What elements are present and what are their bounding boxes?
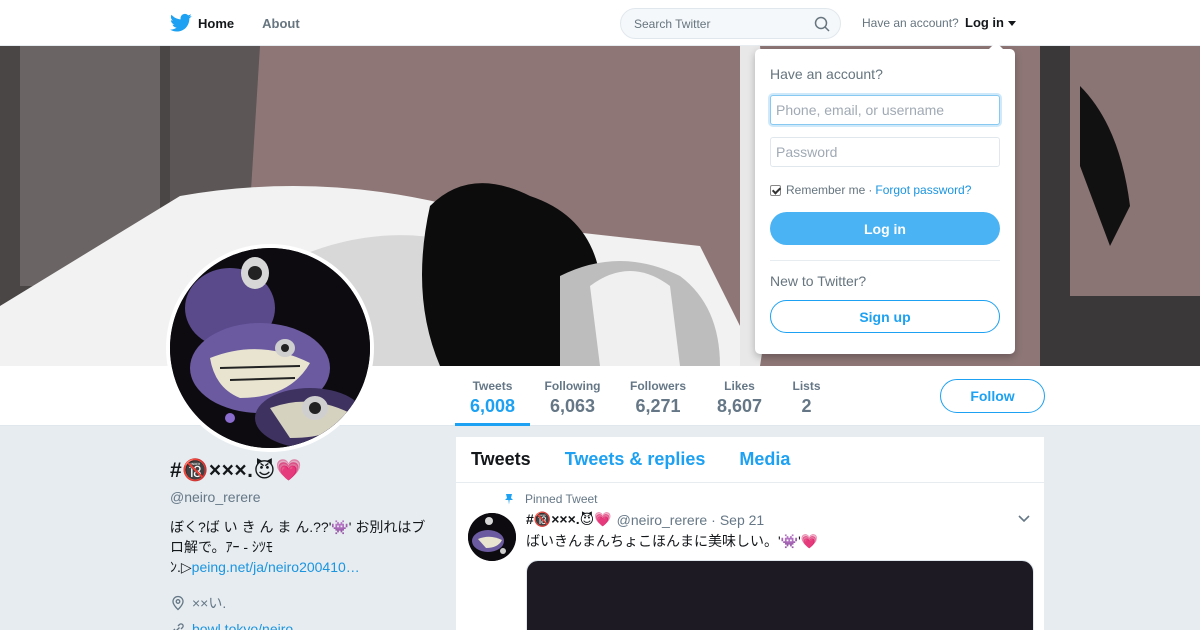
stat-lists-label: Lists — [792, 379, 821, 393]
nav-about-label: About — [262, 15, 300, 31]
login-dropdown-toggle[interactable]: Log in — [965, 15, 1004, 30]
stat-tweets-label: Tweets — [472, 379, 513, 393]
tweet-text: ばいきんまんちょこほんまに美味しい。'👾'💗 — [526, 533, 819, 549]
pin-icon — [505, 494, 513, 505]
link-icon — [173, 623, 184, 630]
password-field[interactable] — [770, 137, 1000, 167]
follow-button[interactable]: Follow — [940, 379, 1045, 413]
profile-location-text: ××い. — [192, 595, 227, 611]
caret-down-icon[interactable] — [1008, 21, 1016, 26]
location-icon — [172, 595, 184, 611]
remember-separator: · — [868, 183, 873, 197]
stat-followers-label: Followers — [629, 379, 686, 393]
search-icon[interactable] — [814, 16, 830, 32]
pinned-indicator: Pinned Tweet — [503, 492, 598, 506]
login-dropdown: Have an account? Remember me · Forgot pa… — [755, 42, 1015, 354]
tweet-author-handle[interactable]: @neiro_rerere — [617, 512, 707, 528]
dropdown-divider — [770, 260, 1000, 261]
search-input[interactable]: Search Twitter — [620, 8, 841, 39]
stat-following-value: 6,063 — [549, 396, 596, 416]
nav-home[interactable]: Home — [170, 0, 234, 46]
forgot-password-link[interactable]: Forgot password? — [875, 183, 971, 197]
stat-likes[interactable]: Likes 8,607 — [711, 366, 768, 426]
nav-left: Home About — [170, 0, 328, 46]
tab-tweets-replies[interactable]: Tweets & replies — [565, 449, 706, 470]
profile-info: #🔞×××.😈💗 @neiro_rerere ぼく?ば い き ん ま ん.??… — [170, 458, 440, 630]
remember-me-label[interactable]: Remember me — [786, 183, 865, 197]
profile-bio-link[interactable]: peing.net/ja/neiro200410… — [192, 559, 360, 575]
profile-website[interactable]: bowl.tokyo/neiro… — [170, 621, 440, 630]
stat-followers-value: 6,271 — [635, 396, 681, 416]
dropdown-caret — [989, 42, 1003, 49]
stat-following[interactable]: Following 6,063 — [540, 366, 605, 426]
profile-avatar[interactable] — [166, 244, 374, 452]
profile-bio: ぼく?ば い き ん ま ん.??'👾' お別れはブロ解で。ｱｰ - ｼﾂﾓ ﾝ… — [170, 517, 432, 577]
top-navigation-bar: Home About Search Twitter Have an accoun… — [0, 0, 1200, 46]
nav-home-label: Home — [198, 15, 235, 31]
stat-likes-label: Likes — [724, 379, 755, 393]
profile-website-text[interactable]: bowl.tokyo/neiro… — [192, 621, 307, 630]
profile-location: ××い. — [170, 593, 440, 613]
remember-me-checkbox[interactable] — [770, 184, 781, 196]
timeline: Tweets Tweets & replies Media Pinned Twe… — [456, 437, 1044, 630]
tweet-header: #🔞×××.😈💗 @neiro_rerere · Sep 21 — [526, 511, 764, 528]
tab-tweets[interactable]: Tweets — [471, 449, 531, 470]
signup-button[interactable]: Sign up — [770, 300, 1000, 333]
tweet-media-image[interactable] — [526, 560, 1034, 630]
stat-followers[interactable]: Followers 6,271 — [625, 366, 691, 426]
avatar-image — [170, 248, 370, 448]
tweet-avatar[interactable] — [468, 513, 516, 561]
tweet-date[interactable]: Sep 21 — [720, 512, 764, 528]
dropdown-title: Have an account? — [770, 66, 883, 82]
tweet-item[interactable]: Pinned Tweet #🔞×××.😈💗 @neiro_rerere · Se… — [456, 483, 1044, 630]
username-field[interactable] — [770, 95, 1000, 125]
pinned-label: Pinned Tweet — [525, 492, 598, 506]
have-account-text: Have an account? — [862, 16, 959, 30]
new-to-twitter-text: New to Twitter? — [770, 273, 867, 289]
stat-following-label: Following — [544, 379, 601, 393]
stat-tweets-value: 6,008 — [469, 396, 516, 416]
stat-lists-value: 2 — [801, 396, 812, 416]
tab-media[interactable]: Media — [739, 449, 790, 470]
login-button[interactable]: Log in — [770, 212, 1000, 245]
stat-likes-value: 8,607 — [716, 396, 763, 416]
search-placeholder: Search Twitter — [634, 17, 711, 31]
remember-me-row: Remember me · Forgot password? — [770, 183, 971, 197]
stat-tweets[interactable]: Tweets 6,008 — [455, 366, 530, 426]
nav-about[interactable]: About — [262, 0, 300, 46]
tweet-author-name[interactable]: #🔞×××.😈💗 — [526, 511, 612, 528]
timeline-tabs: Tweets Tweets & replies Media — [456, 437, 1044, 483]
chevron-down-icon[interactable] — [1018, 515, 1030, 523]
twitter-bird-icon — [170, 13, 192, 32]
profile-handle[interactable]: @neiro_rerere — [170, 489, 440, 505]
profile-name[interactable]: #🔞×××.😈💗 — [170, 458, 440, 483]
tweet-separator: · — [711, 511, 716, 528]
stat-lists[interactable]: Lists 2 — [788, 366, 825, 426]
